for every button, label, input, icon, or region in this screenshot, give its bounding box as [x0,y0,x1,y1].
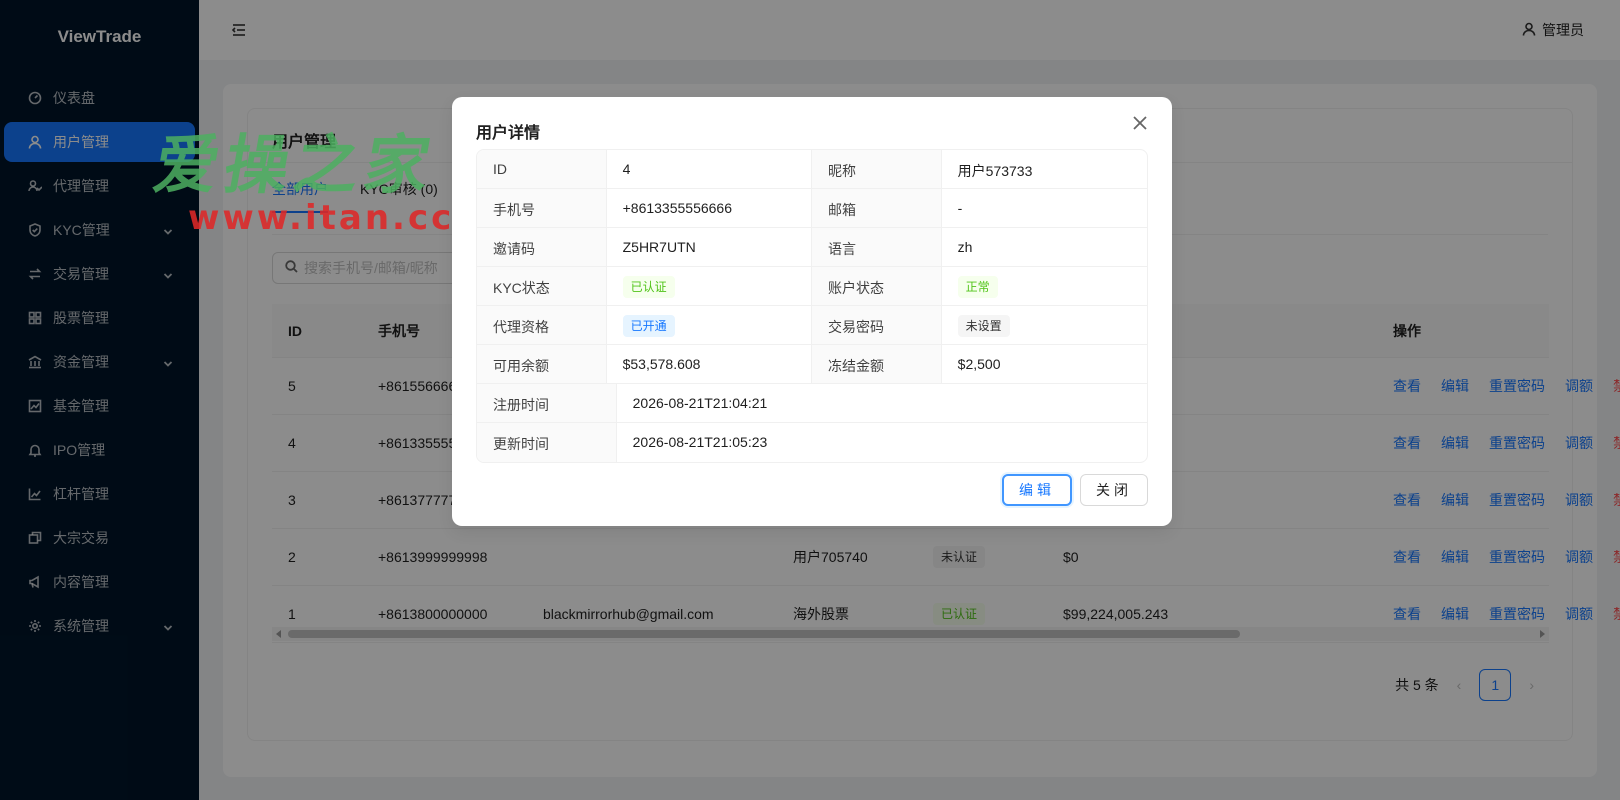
value-registered-at: 2026-08-21T21:04:21 [632,395,768,411]
label-registered-at: 注册时间 [477,384,617,422]
value-updated-at: 2026-08-21T21:05:23 [632,434,768,450]
detail-row: KYC状态 已认证 账户状态 正常 [477,267,1147,306]
value-available-balance: $53,578.608 [607,345,813,383]
close-icon[interactable] [1132,115,1152,135]
value-frozen-amount: $2,500 [957,356,1001,372]
kyc-status-badge: 已认证 [622,276,675,298]
label-phone: 手机号 [477,189,607,227]
label-updated-at: 更新时间 [477,423,617,462]
label-nickname: 昵称 [812,150,942,188]
modal-footer: 编辑 关闭 [1002,474,1148,506]
label-trade-password: 交易密码 [812,306,942,344]
detail-row: 代理资格 已开通 交易密码 未设置 [477,306,1147,345]
account-status-badge: 正常 [957,276,998,298]
edit-button[interactable]: 编辑 [1002,474,1072,506]
label-agent: 代理资格 [477,306,607,344]
value-nickname: 用户573733 [957,163,1033,179]
modal-title: 用户详情 [476,125,541,142]
detail-row: 注册时间 2026-08-21T21:04:21 [477,384,1147,423]
close-button[interactable]: 关闭 [1080,474,1148,506]
value-phone: +8613355556666 [607,189,813,227]
label-invite-code: 邀请码 [477,228,607,266]
label-frozen-amount: 冻结金额 [812,345,942,383]
detail-row: 可用余额 $53,578.608 冻结金额 $2,500 [477,345,1147,384]
value-id: 4 [607,150,813,188]
detail-row: ID 4 昵称 用户573733 [477,150,1147,189]
agent-status-badge: 已开通 [622,315,675,337]
value-invite-code: Z5HR7UTN [607,228,813,266]
label-kyc-status: KYC状态 [477,267,607,305]
watermark-chinese: 爱操之家 [148,128,442,203]
trade-password-badge: 未设置 [957,315,1010,337]
label-account-status: 账户状态 [812,267,942,305]
label-id: ID [477,150,607,188]
watermark-url: www.itan.cc [188,198,455,238]
detail-row: 手机号 +8613355556666 邮箱 - [477,189,1147,228]
label-language: 语言 [812,228,942,266]
label-available-balance: 可用余额 [477,345,607,383]
detail-row: 更新时间 2026-08-21T21:05:23 [477,423,1147,462]
label-email: 邮箱 [812,189,942,227]
value-email: - [957,200,963,216]
user-detail-modal: 用户详情 ID 4 昵称 用户573733 手机号 +8613355556666… [452,97,1172,526]
value-language: zh [957,239,973,255]
user-detail-descriptions: ID 4 昵称 用户573733 手机号 +8613355556666 邮箱 -… [476,149,1148,463]
detail-row: 邀请码 Z5HR7UTN 语言 zh [477,228,1147,267]
